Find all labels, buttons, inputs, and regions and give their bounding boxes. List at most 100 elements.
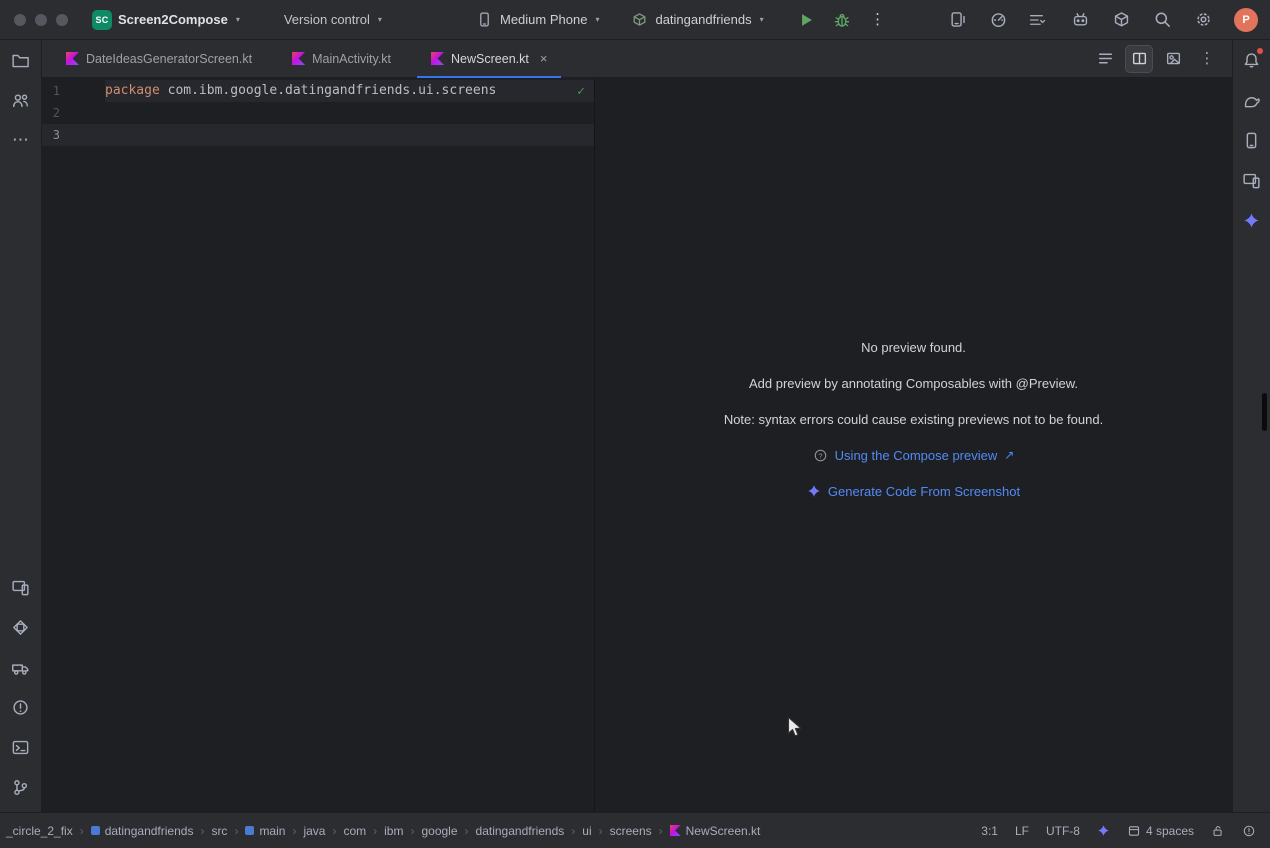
code-view-icon[interactable] [1092,46,1118,72]
editor-options-icon[interactable]: ⋮ [1194,46,1220,72]
chevron-down-icon: ▾ [236,15,240,24]
tab-newscreen[interactable]: NewScreen.kt × [417,40,561,77]
inspection-ok-icon[interactable]: ✓ [577,84,585,99]
editor-split: 1 package com.ibm.google.datingandfriend… [42,78,1232,812]
version-control-branch-icon[interactable] [8,774,34,800]
breadcrumb-item[interactable]: com [343,824,366,838]
project-folder-icon[interactable] [8,47,34,73]
code-line-current[interactable]: 3 [42,124,594,146]
preview-message-title: No preview found. [861,340,966,355]
run-configuration-selector[interactable]: datingandfriends ▾ [629,10,763,30]
more-tool-windows-icon[interactable]: ⋯ [8,127,34,153]
breadcrumb-item[interactable]: datingandfriends [91,824,194,838]
zoom-window-button[interactable] [56,14,68,26]
running-devices-mirror-icon[interactable] [1239,167,1265,193]
resource-manager-icon[interactable] [8,614,34,640]
breadcrumbs: _circle_2_fix › datingandfriends › src ›… [6,824,760,838]
close-tab-icon[interactable]: × [540,51,548,66]
breadcrumb-item[interactable]: ibm [384,824,403,838]
notifications-bell-icon[interactable] [1239,47,1265,73]
tab-dateideasgeneratorscreen[interactable]: DateIdeasGeneratorScreen.kt [52,40,266,77]
logcat-icon[interactable] [1029,10,1049,30]
breadcrumb-label: datingandfriends [105,824,194,838]
project-widget[interactable]: SC Screen2Compose ▾ [92,10,240,30]
chevron-down-icon: ▾ [595,15,599,24]
code-line[interactable]: 1 package com.ibm.google.datingandfriend… [42,80,594,102]
run-configuration-label: datingandfriends [655,12,751,27]
compose-preview-docs-link[interactable]: Using the Compose preview [835,448,998,463]
breadcrumb-item[interactable]: src [211,824,227,838]
line-number: 1 [42,80,60,102]
gemini-status-icon[interactable] [1097,824,1110,837]
scrollbar-thumb[interactable] [1262,393,1267,431]
indent-widget[interactable]: 4 spaces [1127,824,1194,838]
encoding-widget[interactable]: UTF-8 [1046,824,1080,838]
user-avatar[interactable]: P [1234,8,1258,32]
device-selector[interactable]: Medium Phone ▾ [474,10,599,30]
running-devices-icon[interactable] [8,574,34,600]
studio-bot-icon[interactable] [1070,10,1090,30]
device-mirroring-icon[interactable] [947,10,967,30]
gradle-icon[interactable] [1239,87,1265,113]
settings-gear-icon[interactable] [1193,10,1213,30]
package-token: com.ibm.google.datingandfriends.ui.scree… [160,83,497,98]
breadcrumb-label: main [259,824,285,838]
problems-icon[interactable] [8,694,34,720]
split-view-icon[interactable] [1126,46,1152,72]
breadcrumb-label: java [303,824,325,838]
breadcrumb-item[interactable]: main [245,824,285,838]
breadcrumb-separator: › [373,824,377,838]
breadcrumb-item-file[interactable]: NewScreen.kt [670,824,761,838]
breadcrumb-separator: › [234,824,238,838]
gemini-icon[interactable] [1239,207,1265,233]
profiler-icon[interactable] [988,10,1008,30]
run-toolbar: Medium Phone ▾ datingandfriends ▾ ⋮ [474,0,890,39]
breadcrumb-separator: › [571,824,575,838]
breadcrumb-item[interactable]: ui [582,824,591,838]
minimize-window-button[interactable] [35,14,47,26]
breadcrumb-item[interactable]: java [303,824,325,838]
file-lock-icon[interactable] [1211,824,1225,838]
caret-position-widget[interactable]: 3:1 [981,824,998,838]
project-name: Screen2Compose [118,12,228,27]
code-editor-pane[interactable]: 1 package com.ibm.google.datingandfriend… [42,78,595,812]
chevron-down-icon: ▾ [378,15,382,24]
main-area: ⋯ [0,40,1270,812]
android-studio-window: SC Screen2Compose ▾ Version control ▾ Me… [0,0,1270,848]
breadcrumb-separator: › [200,824,204,838]
sdk-manager-icon[interactable] [1111,10,1131,30]
module-icon [91,826,100,835]
tab-label: NewScreen.kt [451,52,529,66]
breadcrumb-item[interactable]: screens [610,824,652,838]
close-window-button[interactable] [14,14,26,26]
breadcrumb-separator: › [599,824,603,838]
debug-button[interactable] [830,8,854,32]
breadcrumb-item[interactable]: google [421,824,457,838]
build-icon[interactable] [8,654,34,680]
chevron-down-icon: ▾ [760,15,764,24]
generate-code-from-screenshot-link[interactable]: Generate Code From Screenshot [828,484,1020,499]
kotlin-file-icon [66,52,79,65]
line-separator-widget[interactable]: LF [1015,824,1029,838]
breadcrumb-item[interactable]: _circle_2_fix [6,824,73,838]
vcs-widget[interactable]: Version control ▾ [284,12,382,27]
breadcrumb-item[interactable]: datingandfriends [476,824,565,838]
terminal-icon[interactable] [8,734,34,760]
commit-users-icon[interactable] [8,87,34,113]
line-number: 3 [42,124,60,146]
search-icon[interactable] [1152,10,1172,30]
design-view-icon[interactable] [1160,46,1186,72]
status-alert-icon[interactable] [1242,824,1256,838]
breadcrumb-label: com [343,824,366,838]
code-line[interactable]: 2 [42,102,594,124]
indent-label: 4 spaces [1146,824,1194,838]
device-manager-icon[interactable] [1239,127,1265,153]
tab-mainactivity[interactable]: MainActivity.kt [278,40,405,77]
phone-device-icon [474,10,494,30]
more-run-options-button[interactable]: ⋮ [866,8,890,32]
breadcrumb-label: ibm [384,824,403,838]
status-bar: _circle_2_fix › datingandfriends › src ›… [0,812,1270,848]
kotlin-file-icon [292,52,305,65]
run-button[interactable] [794,8,818,32]
breadcrumb-label: NewScreen.kt [686,824,761,838]
